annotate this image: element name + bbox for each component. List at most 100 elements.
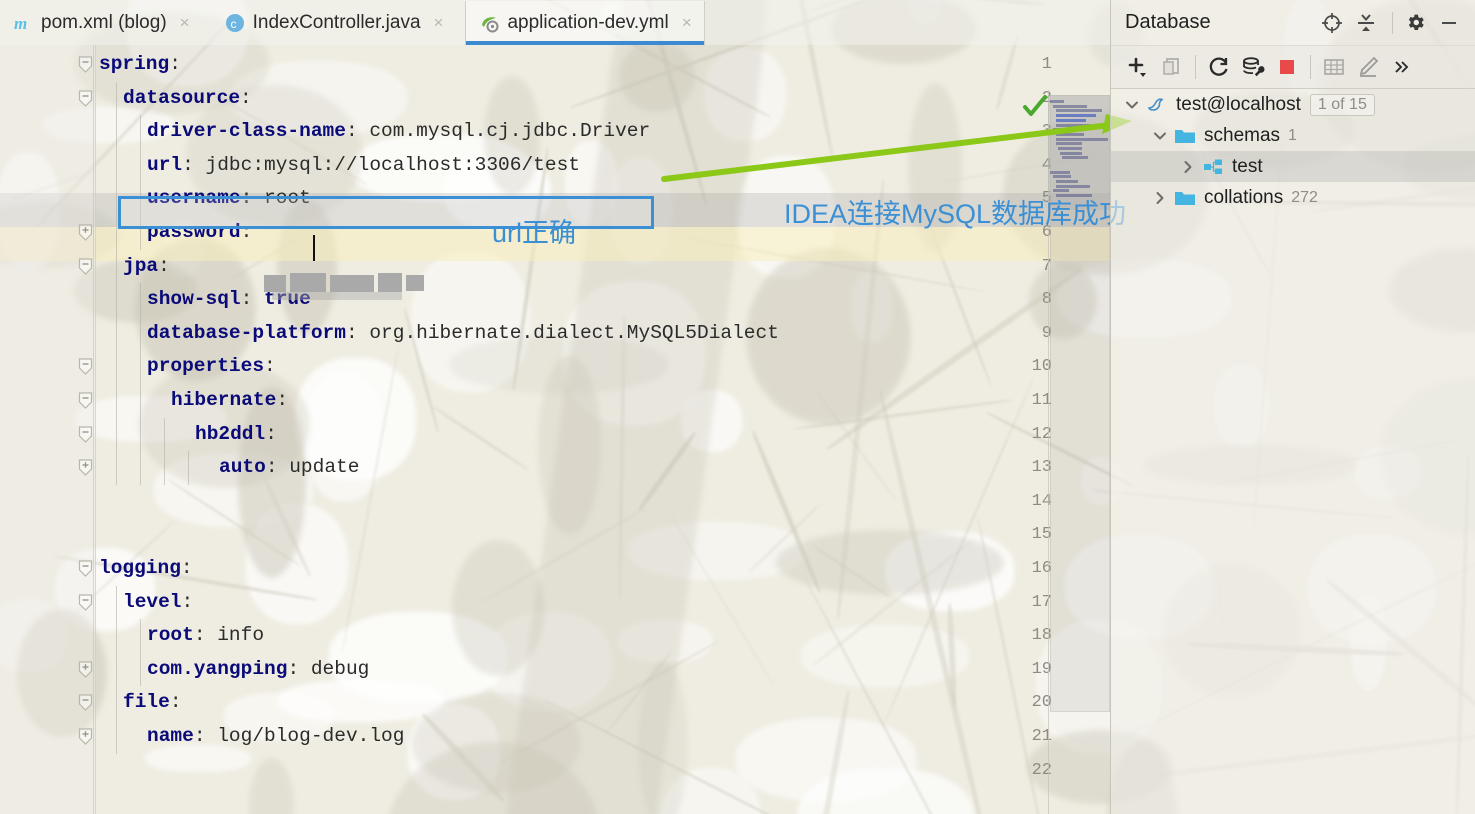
line-number: 1: [1041, 55, 1052, 74]
code-line: name: log/blog-dev.log: [147, 725, 405, 747]
db-tree-node-label: schemas: [1204, 124, 1281, 146]
data-source-properties-icon[interactable]: [1236, 51, 1270, 83]
tab-label: IndexController.java: [252, 12, 421, 33]
db-tree-node-label: test@localhost: [1176, 93, 1301, 115]
schema-icon: [1201, 158, 1225, 176]
code-line: logging:: [99, 557, 193, 579]
line-number: 22: [1031, 760, 1052, 780]
code-line: spring:: [99, 53, 181, 75]
tab-pom-xml[interactable]: m pom.xml (blog) ×: [0, 1, 202, 45]
fold-marker[interactable]: [78, 653, 93, 687]
chevron-right-icon[interactable]: [1147, 191, 1173, 205]
add-data-source-icon[interactable]: [1121, 51, 1155, 83]
db-tree-node-collations[interactable]: collations 272: [1111, 182, 1475, 213]
svg-text:c: c: [230, 17, 236, 31]
fold-marker[interactable]: [78, 552, 93, 586]
tab-indexcontroller-java[interactable]: c IndexController.java ×: [212, 1, 456, 45]
db-tree-node-test[interactable]: test: [1111, 151, 1475, 182]
minimap-line: [1056, 179, 1078, 183]
database-tool-window: Database test@localhost 1 of 15 schemas …: [1110, 0, 1475, 814]
indent-guide: [140, 283, 141, 485]
code-line: auto: update: [219, 456, 360, 479]
editor-tab-bar: m pom.xml (blog) × c IndexController.jav…: [0, 0, 1110, 45]
minimap-line: [1056, 118, 1086, 122]
fold-marker[interactable]: [78, 250, 93, 284]
tab-close-icon[interactable]: ×: [682, 13, 692, 33]
line-number: 10: [1031, 357, 1052, 377]
code-editor[interactable]: spring: datasource: driver-class-name: com…: [0, 45, 1110, 814]
minimap-line: [1050, 170, 1070, 174]
minimap-line: [1053, 104, 1087, 108]
fold-marker[interactable]: [78, 720, 93, 754]
indent-guide: [116, 585, 117, 754]
code-line: file:: [123, 691, 182, 714]
toolbar-separator: [1195, 54, 1196, 79]
db-tree-node-count: 272: [1291, 188, 1318, 206]
indent-guide: [116, 81, 117, 485]
minimap-line: [1056, 123, 1090, 127]
mysql-dolphin-icon: [1145, 95, 1169, 115]
code-line: root: info: [147, 624, 265, 647]
refresh-icon[interactable]: [1202, 51, 1236, 83]
chevron-down-icon[interactable]: [1147, 129, 1173, 143]
line-number: 11: [1031, 391, 1052, 410]
indent-guide: [188, 451, 189, 485]
fold-gutter-line: [93, 45, 94, 814]
line-number: 16: [1031, 559, 1052, 578]
database-panel-title: Database: [1125, 11, 1211, 33]
fold-marker[interactable]: [78, 418, 93, 452]
stop-icon[interactable]: [1270, 51, 1304, 83]
line-number: 15: [1031, 525, 1052, 545]
fold-marker[interactable]: [78, 686, 93, 720]
database-tree[interactable]: test@localhost 1 of 15 schemas 1 test collati…: [1111, 89, 1475, 814]
code-line: database-platform: org.hibernate.dialect…: [147, 321, 779, 344]
annotation-db-connected: IDEA连接MySQL数据库成功: [784, 199, 1127, 229]
fold-marker[interactable]: [78, 350, 93, 384]
annotation-url-ok: url正确: [492, 218, 577, 248]
line-number: 7: [1041, 256, 1052, 276]
line-number: 19: [1031, 659, 1052, 679]
folder-icon: [1173, 127, 1197, 145]
line-number: 8: [1041, 290, 1052, 310]
code-line: jpa:: [123, 254, 170, 277]
tab-application-dev-yml[interactable]: application-dev.yml ×: [465, 1, 705, 45]
db-tree-node-label: collations: [1204, 186, 1284, 208]
more-icon[interactable]: [1385, 51, 1419, 83]
line-number: 21: [1031, 727, 1052, 746]
inspection-ok-check-icon[interactable]: [1022, 93, 1048, 119]
db-tree-node-schemas[interactable]: schemas 1: [1111, 120, 1475, 151]
fold-marker[interactable]: [78, 384, 93, 418]
database-toolbar: [1111, 45, 1475, 89]
code-line: level:: [123, 590, 194, 613]
indent-guide: [140, 115, 141, 250]
collapse-all-icon[interactable]: [1351, 8, 1381, 38]
toolbar-separator: [1310, 54, 1311, 79]
fold-marker[interactable]: [78, 451, 93, 485]
chevron-right-icon[interactable]: [1175, 160, 1201, 174]
line-number: 12: [1031, 424, 1052, 444]
tab-close-icon[interactable]: ×: [180, 13, 190, 33]
tab-close-icon[interactable]: ×: [434, 13, 444, 33]
code-line: url: jdbc:mysql://localhost:3306/test: [147, 153, 580, 176]
db-tree-node-badge: 1 of 15: [1309, 93, 1375, 116]
db-tree-node-test-localhost[interactable]: test@localhost 1 of 15: [1111, 89, 1475, 120]
fold-marker[interactable]: [78, 82, 93, 116]
locate-target-icon[interactable]: [1317, 8, 1347, 38]
hide-window-icon[interactable]: [1434, 8, 1464, 38]
minimap-line: [1056, 114, 1096, 118]
minimap-line: [1060, 151, 1082, 155]
indent-guide: [140, 619, 141, 687]
line-number: 14: [1031, 491, 1052, 511]
code-line: properties:: [147, 355, 276, 378]
line-number: 4: [1041, 155, 1052, 175]
text-caret: [313, 235, 315, 261]
indent-guide: [164, 417, 165, 485]
password-redaction: [264, 273, 424, 300]
open-table-editor-icon: [1317, 51, 1351, 83]
fold-marker[interactable]: [78, 586, 93, 620]
settings-gear-icon[interactable]: [1400, 8, 1430, 38]
fold-marker[interactable]: [78, 48, 93, 82]
fold-marker[interactable]: [78, 216, 93, 250]
header-separator: [1392, 11, 1393, 34]
chevron-down-icon[interactable]: [1119, 98, 1145, 112]
